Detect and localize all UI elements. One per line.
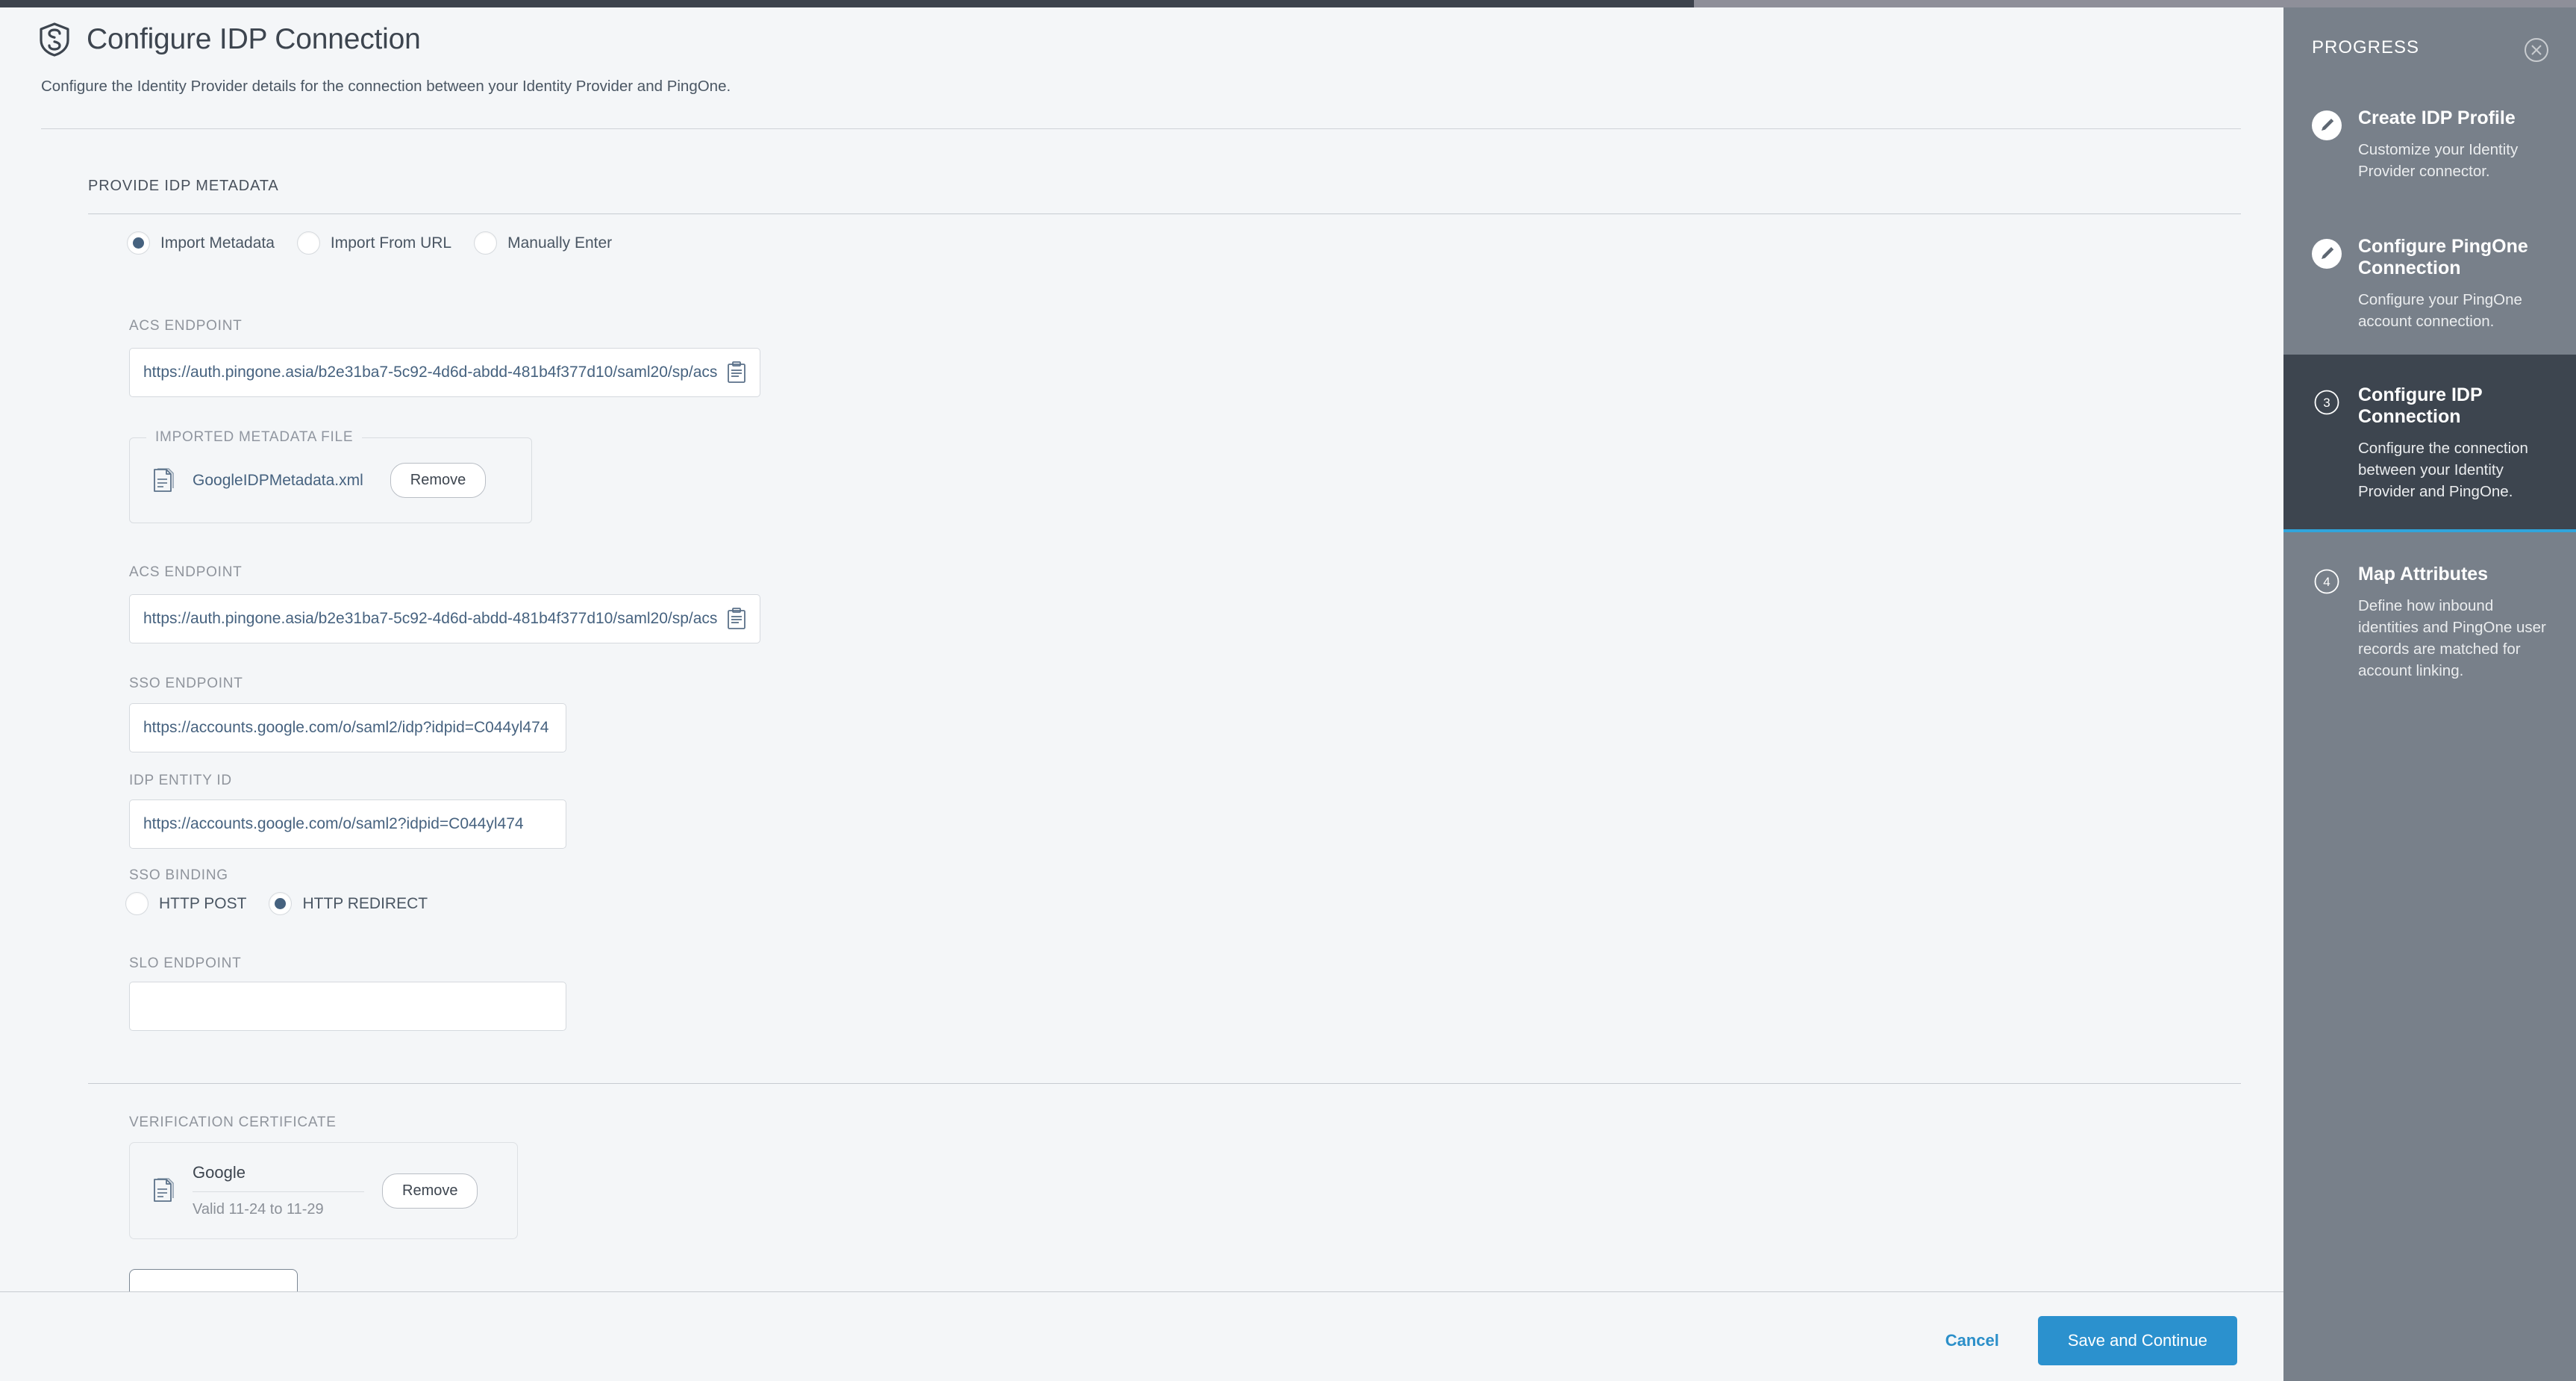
verification-certificate-card: Google Valid 11-24 to 11-29 Remove	[129, 1142, 518, 1239]
progress-step-description: Configure your PingOne account connectio…	[2358, 289, 2551, 332]
imported-metadata-file-group: IMPORTED METADATA FILE GoogleIDPMetadata…	[129, 437, 532, 523]
acs-endpoint-1-label: ACS ENDPOINT	[129, 318, 243, 334]
progress-step-create-idp-profile[interactable]: Create IDP Profile Customize your Identi…	[2283, 88, 2576, 205]
header-divider	[41, 128, 2241, 129]
verification-certificate-label: VERIFICATION CERTIFICATE	[129, 1115, 337, 1131]
save-and-continue-button[interactable]: Save and Continue	[2038, 1316, 2237, 1365]
acs-endpoint-2-label: ACS ENDPOINT	[129, 564, 243, 581]
svg-text:3: 3	[2323, 396, 2330, 410]
radio-label: Manually Enter	[507, 234, 612, 252]
slo-endpoint-input[interactable]	[129, 982, 566, 1031]
acs-endpoint-1-input[interactable]: https://auth.pingone.asia/b2e31ba7-5c92-…	[129, 348, 760, 397]
idp-entity-id-input[interactable]: https://accounts.google.com/o/saml2?idpi…	[129, 799, 566, 849]
sso-endpoint-input[interactable]: https://accounts.google.com/o/saml2/idp?…	[129, 703, 566, 752]
pencil-icon	[2312, 110, 2342, 140]
pencil-icon	[2312, 239, 2342, 269]
document-icon	[152, 1178, 175, 1203]
page-subtitle: Configure the Identity Provider details …	[0, 78, 2283, 96]
progress-step-description: Define how inbound identities and PingOn…	[2358, 595, 2551, 682]
progress-step-description: Configure the connection between your Id…	[2358, 437, 2551, 502]
step-number-badge: 3	[2312, 387, 2342, 417]
svg-text:4: 4	[2323, 575, 2330, 589]
progress-step-name: Configure PingOne Connection	[2358, 236, 2551, 280]
acs-endpoint-2-value: https://auth.pingone.asia/b2e31ba7-5c92-…	[143, 610, 719, 628]
radio-http-post[interactable]: HTTP POST	[125, 892, 246, 915]
clipboard-copy-icon[interactable]	[727, 361, 746, 384]
main-content-panel: Configure IDP Connection Configure the I…	[0, 7, 2283, 1381]
sso-binding-label: SSO BINDING	[129, 867, 228, 884]
step-number-badge: 4	[2312, 567, 2342, 596]
page-title: Configure IDP Connection	[87, 23, 421, 56]
radio-import-from-url[interactable]: Import From URL	[297, 231, 451, 255]
radio-manually-enter[interactable]: Manually Enter	[474, 231, 612, 255]
progress-step-configure-pingone-connection[interactable]: Configure PingOne Connection Configure y…	[2283, 205, 2576, 355]
slo-endpoint-label: SLO ENDPOINT	[129, 956, 241, 972]
radio-indicator	[125, 892, 149, 915]
progress-title: PROGRESS	[2312, 37, 2419, 58]
page-header: Configure IDP Connection Configure the I…	[0, 22, 2283, 96]
acs-endpoint-2-input[interactable]: https://auth.pingone.asia/b2e31ba7-5c92-…	[129, 594, 760, 643]
sso-endpoint-label: SSO ENDPOINT	[129, 676, 243, 692]
shield-s-icon	[39, 22, 70, 57]
section-divider	[88, 213, 2241, 214]
sso-endpoint-value: https://accounts.google.com/o/saml2/idp?…	[143, 719, 552, 737]
section-title-provide-idp-metadata: PROVIDE IDP METADATA	[88, 178, 279, 195]
radio-import-metadata[interactable]: Import Metadata	[127, 231, 275, 255]
progress-step-name: Map Attributes	[2358, 564, 2551, 586]
remove-certificate-button[interactable]: Remove	[382, 1173, 478, 1209]
radio-label: Import From URL	[331, 234, 451, 252]
radio-indicator	[127, 231, 150, 255]
radio-indicator	[297, 231, 320, 255]
certificate-section-divider	[88, 1083, 2241, 1084]
progress-header: PROGRESS	[2283, 7, 2576, 88]
metadata-source-radio-group: Import Metadata Import From URL Manually…	[127, 231, 634, 255]
progress-step-map-attributes[interactable]: 4 Map Attributes Define how inbound iden…	[2283, 532, 2576, 704]
progress-sidebar: PROGRESS Create IDP Profile Customize yo…	[2283, 7, 2576, 1381]
progress-step-name: Configure IDP Connection	[2358, 384, 2551, 428]
close-circle-icon[interactable]	[2524, 37, 2549, 63]
acs-endpoint-1-value: https://auth.pingone.asia/b2e31ba7-5c92-…	[143, 364, 719, 381]
progress-step-description: Customize your Identity Provider connect…	[2358, 139, 2551, 182]
imported-metadata-file-name: GoogleIDPMetadata.xml	[193, 472, 363, 490]
sso-binding-radio-group: HTTP POST HTTP REDIRECT	[125, 892, 450, 915]
clipboard-copy-icon[interactable]	[727, 608, 746, 630]
active-step-arrow-icon	[2283, 383, 2284, 411]
radio-label: HTTP REDIRECT	[302, 895, 428, 913]
remove-metadata-file-button[interactable]: Remove	[390, 463, 486, 498]
radio-label: HTTP POST	[159, 895, 246, 913]
page-footer: Cancel Save and Continue	[0, 1291, 2283, 1381]
imported-metadata-file-legend: IMPORTED METADATA FILE	[146, 429, 362, 446]
window-chrome-bar-right	[1694, 0, 2576, 7]
idp-entity-id-label: IDP ENTITY ID	[129, 773, 232, 789]
cancel-button[interactable]: Cancel	[1945, 1331, 1999, 1350]
document-icon	[152, 468, 175, 493]
radio-indicator	[474, 231, 497, 255]
radio-indicator	[269, 892, 292, 915]
certificate-name: Google	[193, 1163, 364, 1192]
progress-step-name: Create IDP Profile	[2358, 107, 2551, 130]
progress-step-configure-idp-connection[interactable]: 3 Configure IDP Connection Configure the…	[2283, 355, 2576, 532]
radio-http-redirect[interactable]: HTTP REDIRECT	[269, 892, 428, 915]
certificate-validity: Valid 11-24 to 11-29	[193, 1192, 364, 1218]
radio-label: Import Metadata	[160, 234, 275, 252]
idp-entity-id-value: https://accounts.google.com/o/saml2?idpi…	[143, 815, 552, 833]
